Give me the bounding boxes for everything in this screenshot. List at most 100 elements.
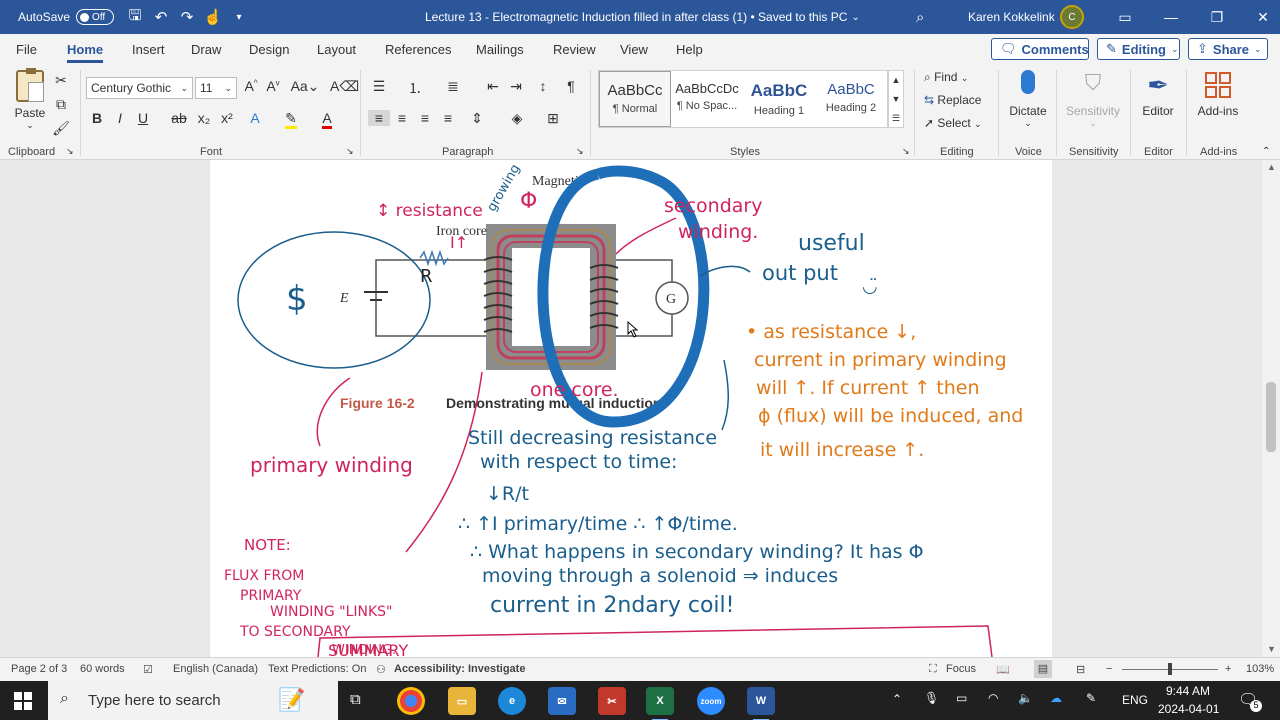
chrome-icon[interactable] (397, 687, 425, 715)
document-title[interactable]: Lecture 13 - Electromagnetic Induction f… (425, 0, 860, 34)
styles-scroll-up-icon[interactable]: ▲ (889, 71, 903, 90)
accessibility-status[interactable]: Accessibility: Investigate (394, 663, 525, 675)
word-count[interactable]: 60 words (80, 663, 125, 675)
editor-button[interactable]: ✒ Editor (1136, 70, 1180, 118)
zoom-level[interactable]: 103% (1246, 663, 1274, 675)
tab-layout[interactable]: Layout (317, 42, 356, 57)
excel-icon[interactable]: X (646, 687, 674, 720)
styles-more-icon[interactable]: ☰ (889, 109, 903, 128)
multilevel-list-icon[interactable]: ≣ (442, 78, 464, 95)
bullets-icon[interactable]: ☰ (368, 78, 390, 95)
focus-button[interactable]: Focus (946, 663, 976, 675)
font-family-select[interactable]: Century Gothic ⌄ (86, 77, 193, 99)
tab-help[interactable]: Help (676, 42, 703, 57)
tab-file[interactable]: File (16, 42, 37, 57)
task-view-icon[interactable]: ⧉ (350, 691, 361, 708)
edge-icon[interactable]: e (498, 687, 526, 715)
dialog-launcher-icon[interactable]: ↘ (902, 146, 910, 157)
comments-button[interactable]: 🗨 Comments (991, 38, 1089, 60)
line-spacing-icon[interactable]: ⇕ (466, 110, 488, 127)
clock-time[interactable]: 9:44 AM (1166, 684, 1210, 698)
italic-icon[interactable]: I (109, 110, 131, 126)
find-button[interactable]: ⌕ Find ⌄ (924, 70, 968, 85)
word-icon[interactable]: W (747, 687, 775, 720)
dialog-launcher-icon[interactable]: ↘ (576, 146, 584, 157)
decrease-indent-icon[interactable]: ⇤ (482, 78, 504, 95)
zoom-slider-thumb[interactable] (1168, 663, 1172, 675)
tab-view[interactable]: View (620, 42, 648, 57)
tab-review[interactable]: Review (553, 42, 596, 57)
highlight-icon[interactable]: ✎ (280, 110, 302, 129)
justify-icon[interactable]: ≡ (437, 110, 459, 126)
superscript-icon[interactable]: x² (216, 110, 238, 126)
editing-mode-button[interactable]: ✎ Editing ⌄ (1097, 38, 1180, 60)
tab-references[interactable]: References (385, 42, 451, 57)
align-left-icon[interactable]: ≡ (368, 110, 390, 126)
format-painter-icon[interactable]: 🖌 (50, 120, 72, 137)
sensitivity-button[interactable]: ⛉ Sensitivity ⌄ (1062, 70, 1124, 129)
autosave-toggle[interactable]: Off (76, 9, 115, 25)
style-normal[interactable]: AaBbCc ¶ Normal (599, 71, 671, 127)
snipping-tool-icon[interactable]: ✂ (598, 687, 626, 715)
undo-icon[interactable]: ↶ (148, 8, 174, 26)
language[interactable]: English (Canada) (173, 663, 258, 675)
microphone-icon[interactable]: 🎙 (924, 691, 939, 705)
volume-icon[interactable]: 🔈 (1018, 691, 1033, 705)
shrink-font-icon[interactable]: Av (262, 78, 284, 94)
align-right-icon[interactable]: ≡ (414, 110, 436, 126)
underline-icon[interactable]: U (132, 110, 154, 126)
align-center-icon[interactable]: ≡ (391, 110, 413, 126)
sort-icon[interactable]: ↕ (532, 78, 554, 94)
select-button[interactable]: ➚ Select ⌄ (924, 116, 982, 130)
cut-icon[interactable]: ✂ (50, 72, 72, 89)
zoom-out-icon[interactable]: − (1106, 663, 1112, 675)
borders-icon[interactable]: ⊞ (542, 110, 564, 127)
vertical-scrollbar[interactable]: ▲ ▼ (1262, 160, 1280, 657)
style-heading-1[interactable]: AaBbC Heading 1 (743, 71, 815, 127)
font-color-icon[interactable]: A (316, 110, 338, 129)
pen-icon[interactable]: ✎ (1086, 691, 1096, 705)
search-icon[interactable]: ⌕ (916, 0, 924, 34)
paste-button[interactable]: Paste ⌄ (12, 68, 48, 131)
show-hidden-icons-icon[interactable]: ⌃ (892, 692, 902, 706)
mail-icon[interactable]: ✉ (548, 687, 576, 715)
dialog-launcher-icon[interactable]: ↘ (66, 146, 74, 157)
dialog-launcher-icon[interactable]: ↘ (346, 146, 354, 157)
styles-scroll-down-icon[interactable]: ▼ (889, 90, 903, 109)
strikethrough-icon[interactable]: ab (168, 110, 190, 126)
windows-start-icon[interactable] (14, 692, 32, 710)
tab-home[interactable]: Home (67, 42, 104, 63)
change-case-icon[interactable]: Aa⌄ (290, 78, 320, 95)
tab-insert[interactable]: Insert (132, 42, 165, 57)
web-layout-icon[interactable]: ⊟ (1076, 663, 1085, 676)
show-marks-icon[interactable]: ¶ (560, 78, 582, 94)
share-button[interactable]: ⇪ Share ⌄ (1188, 38, 1268, 60)
scroll-up-icon[interactable]: ▲ (1267, 162, 1276, 172)
print-layout-icon[interactable]: ▤ (1034, 660, 1052, 678)
document-page[interactable]: G E Iron core Magnetic Figure 16-2 Demon… (210, 160, 1052, 657)
zoom-app-icon[interactable]: zoom (697, 687, 725, 715)
add-ins-button[interactable]: Add-ins (1192, 70, 1244, 118)
dictate-button[interactable]: Dictate ⌄ (1006, 70, 1050, 129)
numbering-icon[interactable]: ⒈ (404, 78, 426, 98)
touch-mode-icon[interactable]: ☝ (200, 8, 226, 26)
input-language[interactable]: ENG (1122, 693, 1148, 707)
battery-icon[interactable]: ▭ (956, 691, 967, 705)
file-explorer-icon[interactable]: ▭ (448, 687, 476, 715)
replace-button[interactable]: ⇆ Replace (924, 93, 981, 107)
collapse-ribbon-icon[interactable]: ⌃ (1262, 146, 1270, 157)
restore-icon[interactable]: ❐ (1194, 9, 1240, 26)
tab-draw[interactable]: Draw (191, 42, 221, 57)
zoom-in-icon[interactable]: + (1225, 663, 1231, 675)
wifi-icon[interactable]: ◠ (988, 691, 998, 705)
clock-date[interactable]: 2024-04-01 (1158, 702, 1219, 716)
text-effects-icon[interactable]: A (244, 110, 266, 126)
read-mode-icon[interactable]: 📖 (996, 663, 1010, 676)
customize-qat-icon[interactable]: ▾ (226, 12, 252, 23)
close-icon[interactable]: ✕ (1240, 9, 1280, 26)
grow-font-icon[interactable]: A^ (240, 78, 262, 94)
style-heading-2[interactable]: AaBbC Heading 2 (815, 71, 887, 127)
font-size-select[interactable]: 11 ⌄ (195, 77, 237, 99)
minimize-icon[interactable]: — (1148, 9, 1194, 25)
scroll-down-icon[interactable]: ▼ (1267, 644, 1276, 654)
